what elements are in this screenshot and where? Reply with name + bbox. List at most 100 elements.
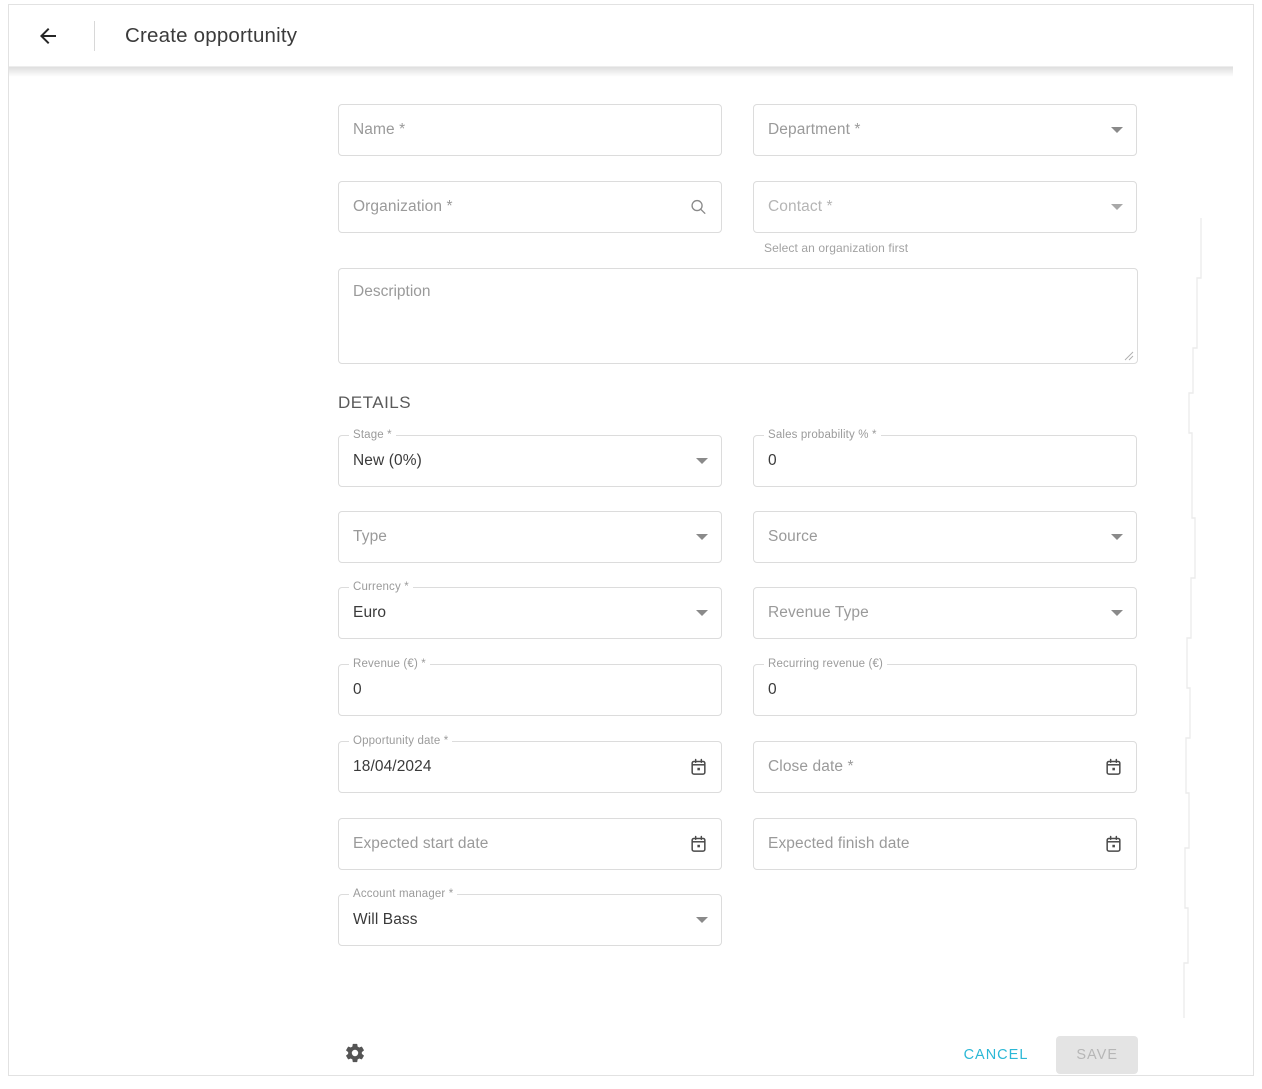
header-divider (94, 20, 95, 51)
opportunity-form: Name * Department * Organization * Conta… (338, 104, 1138, 946)
form-col-left: Opportunity date * 18/04/2024 (338, 735, 722, 793)
stage-select[interactable]: Stage * New (0%) (338, 429, 722, 487)
expected-finish-date-field[interactable]: Expected finish date (753, 818, 1137, 870)
contact-helper-text: Select an organization first (764, 241, 909, 255)
form-col-left: Name * (338, 104, 722, 156)
description-placeholder: Description (353, 283, 431, 300)
revenue-label: Revenue (€) * (349, 658, 430, 670)
form-col-right: Department * (753, 104, 1137, 156)
sales-probability-field[interactable]: Sales probability % * 0 (753, 429, 1137, 487)
currency-value: Euro (353, 604, 387, 621)
recurring-revenue-field[interactable]: Recurring revenue (€) 0 (753, 658, 1137, 716)
description-textarea[interactable]: Description (338, 268, 1138, 364)
chevron-down-icon[interactable] (1111, 534, 1123, 540)
form-row-name-department: Name * Department * (338, 104, 1138, 156)
account-manager-select[interactable]: Account manager * Will Bass (338, 888, 722, 946)
resize-handle[interactable] (1122, 348, 1134, 361)
form-row-revenue: Revenue (€) * 0 Recurring revenue (€) 0 (338, 658, 1138, 716)
form-col-right: Expected finish date (753, 818, 1137, 870)
close-date-field[interactable]: Close date * (753, 741, 1137, 793)
opportunity-date-field[interactable]: Opportunity date * 18/04/2024 (338, 735, 722, 793)
form-row-currency-revenuetype: Currency * Euro Revenue Type (338, 581, 1138, 639)
description-row: Description (338, 268, 1138, 364)
form-row-expected-dates: Expected start date Expected finish date (338, 818, 1138, 870)
form-col-left: Currency * Euro (338, 581, 722, 639)
calendar-icon[interactable] (689, 758, 708, 777)
calendar-icon[interactable] (1104, 758, 1123, 777)
form-col-right: Contact * Select an organization first (753, 181, 1137, 255)
type-placeholder: Type (353, 528, 388, 545)
recurring-revenue-value: 0 (768, 681, 777, 698)
opportunity-date-value: 18/04/2024 (353, 758, 432, 775)
form-row-account-manager: Account manager * Will Bass (338, 888, 1138, 946)
revenue-type-placeholder: Revenue Type (768, 604, 869, 621)
form-actions-bar: CANCEL SAVE (338, 1028, 1138, 1075)
form-col-right: Revenue Type (753, 587, 1137, 639)
chevron-down-icon[interactable] (696, 610, 708, 616)
expected-start-date-field[interactable]: Expected start date (338, 818, 722, 870)
account-manager-value: Will Bass (353, 911, 418, 928)
form-row-organization-contact: Organization * Contact * Select an organ… (338, 181, 1138, 255)
arrow-left-icon (36, 24, 60, 48)
recurring-revenue-label: Recurring revenue (€) (764, 658, 888, 670)
back-button[interactable] (25, 13, 71, 59)
chevron-down-icon[interactable] (696, 534, 708, 540)
stage-label: Stage * (349, 429, 396, 441)
contact-select[interactable]: Contact * (753, 181, 1137, 233)
stage-value: New (0%) (353, 452, 422, 469)
close-date-placeholder: Close date * (768, 758, 854, 775)
form-col-right: Sales probability % * 0 (753, 429, 1137, 487)
currency-label: Currency * (349, 581, 413, 593)
form-col-right-empty (753, 894, 1137, 946)
department-select[interactable]: Department * (753, 104, 1137, 156)
save-button[interactable]: SAVE (1056, 1036, 1138, 1074)
source-select[interactable]: Source (753, 511, 1137, 563)
search-icon[interactable] (689, 198, 708, 217)
form-col-left: Revenue (€) * 0 (338, 658, 722, 716)
form-col-left: Stage * New (0%) (338, 429, 722, 487)
form-col-left: Organization * (338, 181, 722, 255)
revenue-value: 0 (353, 681, 362, 698)
chevron-down-icon[interactable] (1111, 610, 1123, 616)
account-manager-label: Account manager * (349, 888, 458, 900)
gear-icon (344, 1042, 366, 1069)
revenue-type-select[interactable]: Revenue Type (753, 587, 1137, 639)
calendar-icon[interactable] (1104, 835, 1123, 854)
organization-placeholder: Organization * (353, 198, 453, 215)
form-col-left: Expected start date (338, 818, 722, 870)
details-section-title: DETAILS (338, 393, 412, 412)
calendar-icon[interactable] (689, 835, 708, 854)
form-col-right: Source (753, 511, 1137, 563)
department-placeholder: Department * (768, 121, 861, 138)
chevron-down-icon[interactable] (1111, 127, 1123, 133)
name-field[interactable]: Name * (338, 104, 722, 156)
sales-probability-value: 0 (768, 452, 777, 469)
revenue-field[interactable]: Revenue (€) * 0 (338, 658, 722, 716)
form-col-left: Account manager * Will Bass (338, 888, 722, 946)
form-row-opportunity-close-date: Opportunity date * 18/04/2024 Close date… (338, 735, 1138, 793)
sales-probability-label: Sales probability % * (764, 429, 881, 441)
scroll-edge-artifact (1179, 218, 1219, 1018)
source-placeholder: Source (768, 528, 818, 545)
type-select[interactable]: Type (338, 511, 722, 563)
form-row-stage-probability: Stage * New (0%) Sales probability % * 0 (338, 429, 1138, 487)
opportunity-date-label: Opportunity date * (349, 735, 453, 747)
form-col-right: Recurring revenue (€) 0 (753, 658, 1137, 716)
expected-start-date-placeholder: Expected start date (353, 835, 489, 852)
chevron-down-icon[interactable] (1111, 204, 1123, 210)
currency-select[interactable]: Currency * Euro (338, 581, 722, 639)
chevron-down-icon[interactable] (696, 917, 708, 923)
expected-finish-date-placeholder: Expected finish date (768, 835, 910, 852)
cancel-button[interactable]: CANCEL (948, 1038, 1045, 1072)
organization-field[interactable]: Organization * (338, 181, 722, 233)
app-header: Create opportunity (9, 5, 1233, 67)
create-opportunity-page: Create opportunity Name * Department * O… (0, 0, 1262, 1089)
form-col-left: Type (338, 511, 722, 563)
settings-button[interactable] (338, 1038, 372, 1072)
page-title: Create opportunity (125, 23, 298, 47)
name-placeholder: Name * (353, 121, 406, 138)
contact-placeholder: Contact * (768, 198, 833, 215)
form-col-right: Close date * (753, 741, 1137, 793)
form-row-type-source: Type Source (338, 511, 1138, 563)
chevron-down-icon[interactable] (696, 458, 708, 464)
